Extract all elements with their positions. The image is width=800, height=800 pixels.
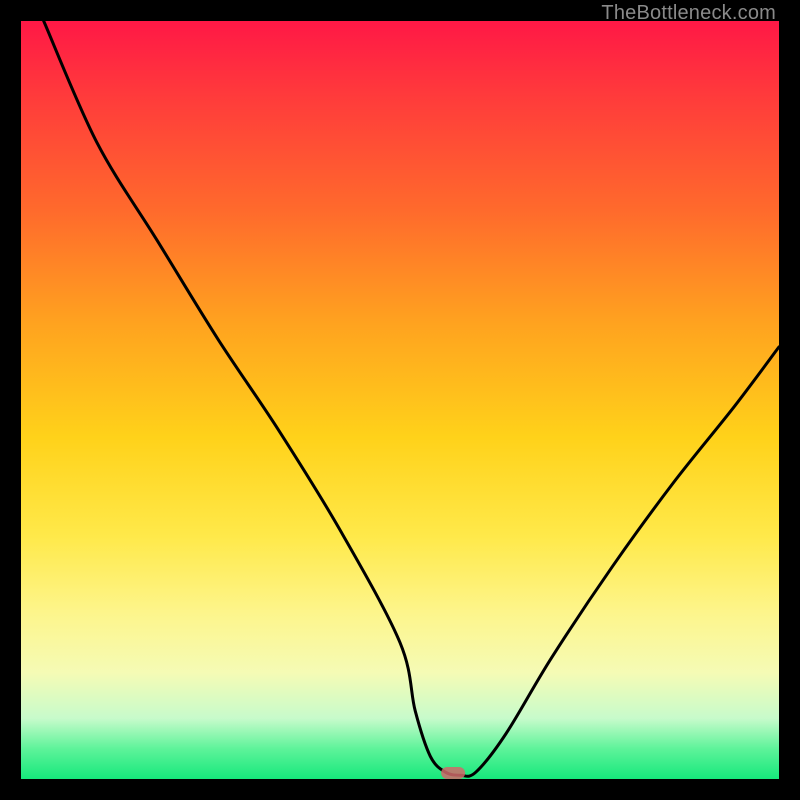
plot-area bbox=[21, 21, 779, 779]
chart-container: TheBottleneck.com bbox=[0, 0, 800, 800]
min-marker-layer bbox=[21, 21, 779, 779]
min-marker bbox=[441, 767, 465, 779]
